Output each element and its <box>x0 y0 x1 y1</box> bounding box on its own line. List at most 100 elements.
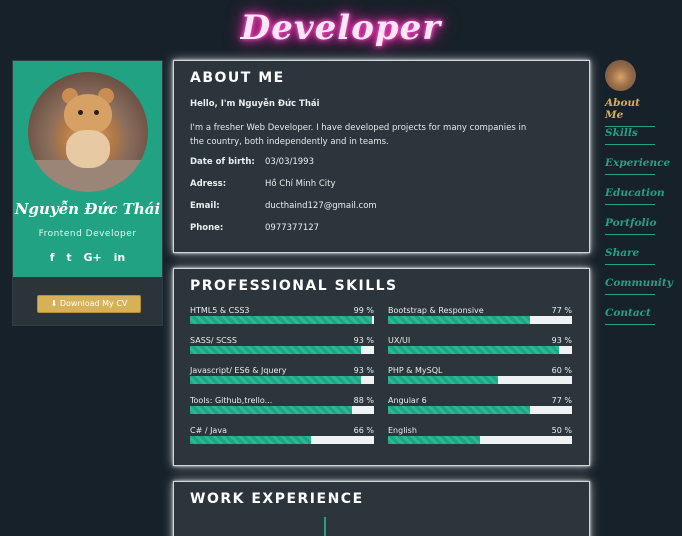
avatar <box>28 72 148 192</box>
skill-progress-fill <box>388 346 560 354</box>
about-row-phone: Phone: 0977377127 <box>190 223 319 233</box>
skills-panel: PROFESSIONAL SKILLS HTML5 & CSS3 99 % Boot… <box>173 268 590 466</box>
skill-label: HTML5 & CSS3 <box>190 306 250 315</box>
skill-item: Angular 6 77 % <box>388 396 572 422</box>
profile-name: Nguyễn Đức Thái <box>14 200 161 218</box>
download-cv-label: Download My CV <box>59 299 128 308</box>
profile-card: Nguyễn Đức Thái Frontend Developer f t G… <box>12 60 163 326</box>
skill-item: Tools: Github,trello... 88 % <box>190 396 374 422</box>
nav-item-contact[interactable]: Contact <box>605 304 673 334</box>
google-plus-icon[interactable]: G+ <box>84 251 102 264</box>
about-heading: ABOUT ME <box>190 70 285 86</box>
skill-progress-fill <box>190 406 352 414</box>
skill-progress-bar <box>388 436 572 444</box>
nav-item-label: Experience <box>605 157 670 175</box>
skill-progress-fill <box>190 316 373 324</box>
brand-logo: Developer <box>240 8 442 48</box>
about-value[interactable]: ducthaind127@gmail.com <box>265 201 377 211</box>
skill-progress-bar <box>190 436 374 444</box>
skill-item: C# / Java 66 % <box>190 426 374 452</box>
skill-progress-bar <box>190 316 374 324</box>
skill-progress-bar <box>388 406 572 414</box>
nav-item-label: Contact <box>605 307 655 325</box>
skill-label: C# / Java <box>190 426 227 435</box>
skill-progress-fill <box>388 316 530 324</box>
skill-progress-bar <box>190 406 374 414</box>
download-cv-button[interactable]: ⬇ Download My CV <box>37 295 141 313</box>
skill-progress-fill <box>388 406 530 414</box>
about-value[interactable]: 0977377127 <box>265 223 319 233</box>
about-value: 03/03/1993 <box>265 157 314 167</box>
nav-item-share[interactable]: Share <box>605 244 673 274</box>
linkedin-icon[interactable]: in <box>114 251 126 264</box>
skill-label: SASS/ SCSS <box>190 336 237 345</box>
skill-percent: 50 % <box>551 426 572 435</box>
nav-item-community[interactable]: Community <box>605 274 673 304</box>
skill-percent: 93 % <box>551 336 572 345</box>
about-key: Phone: <box>190 223 224 233</box>
skill-progress-fill <box>190 346 362 354</box>
nav-item-portfolio[interactable]: Portfolio <box>605 214 673 244</box>
skill-label: PHP & MySQL <box>388 366 443 375</box>
skill-progress-fill <box>190 376 362 384</box>
work-panel: WORK EXPERIENCE <box>173 481 590 536</box>
skill-progress-bar <box>388 316 572 324</box>
timeline-line <box>324 517 326 536</box>
nav-item-label: Education <box>605 187 665 205</box>
about-description: I'm a fresher Web Developer. I have deve… <box>190 123 527 147</box>
skill-progress-bar <box>190 346 374 354</box>
skill-item: English 50 % <box>388 426 572 452</box>
nav-item-label: Community <box>605 277 673 295</box>
skill-percent: 60 % <box>551 366 572 375</box>
skill-item: PHP & MySQL 60 % <box>388 366 572 392</box>
skill-percent: 66 % <box>353 426 374 435</box>
about-key: Email: <box>190 201 220 211</box>
nav-avatar[interactable] <box>605 60 636 91</box>
about-key: Adress: <box>190 179 227 189</box>
nav-item-label: Share <box>605 247 655 265</box>
skill-percent: 88 % <box>353 396 374 405</box>
nav-item-label: Portfolio <box>605 217 657 235</box>
skill-progress-fill <box>190 436 312 444</box>
nav-item-education[interactable]: Education <box>605 184 673 214</box>
profile-role: Frontend Developer <box>38 229 137 239</box>
about-hello: Hello, I'm Nguyễn Đức Thái <box>190 99 320 109</box>
skill-percent: 93 % <box>353 336 374 345</box>
skill-label: UX/UI <box>388 336 411 345</box>
about-value: Hồ Chí Minh City <box>265 179 336 189</box>
skill-label: Angular 6 <box>388 396 427 405</box>
about-row-address: Adress: Hồ Chí Minh City <box>190 179 336 189</box>
skill-progress-bar <box>388 346 572 354</box>
skill-item: UX/UI 93 % <box>388 336 572 362</box>
skill-item: Javascript/ ES6 & Jquery 93 % <box>190 366 374 392</box>
skill-label: Tools: Github,trello... <box>190 396 273 405</box>
about-key: Date of birth: <box>190 157 255 167</box>
nav-item-experience[interactable]: Experience <box>605 154 673 184</box>
about-row-email: Email: ducthaind127@gmail.com <box>190 201 377 211</box>
side-nav: About Me Skills Experience Education Portfol… <box>605 94 673 334</box>
about-row-dob: Date of birth: 03/03/1993 <box>190 157 314 167</box>
facebook-icon[interactable]: f <box>50 251 55 264</box>
skill-progress-bar <box>190 376 374 384</box>
skill-label: Bootstrap & Responsive <box>388 306 484 315</box>
skill-item: Bootstrap & Responsive 77 % <box>388 306 572 332</box>
skill-percent: 77 % <box>551 396 572 405</box>
nav-item-label: Skills <box>605 127 655 145</box>
skill-progress-fill <box>388 436 480 444</box>
skill-label: Javascript/ ES6 & Jquery <box>190 366 287 375</box>
skill-percent: 99 % <box>353 306 374 315</box>
skill-progress-bar <box>388 376 572 384</box>
skills-heading: PROFESSIONAL SKILLS <box>190 278 398 294</box>
nav-item-label: About Me <box>605 97 655 127</box>
nav-item-skills[interactable]: Skills <box>605 124 673 154</box>
skill-label: English <box>388 426 417 435</box>
skill-item: SASS/ SCSS 93 % <box>190 336 374 362</box>
about-panel: ABOUT ME Hello, I'm Nguyễn Đức Thái I'm … <box>173 60 590 253</box>
nav-item-about-me[interactable]: About Me <box>605 94 673 127</box>
social-links: f t G+ in <box>13 251 162 264</box>
profile-header: Nguyễn Đức Thái Frontend Developer f t G… <box>13 61 162 277</box>
twitter-icon[interactable]: t <box>66 251 71 264</box>
skill-percent: 93 % <box>353 366 374 375</box>
skill-progress-fill <box>388 376 499 384</box>
skill-item: HTML5 & CSS3 99 % <box>190 306 374 332</box>
